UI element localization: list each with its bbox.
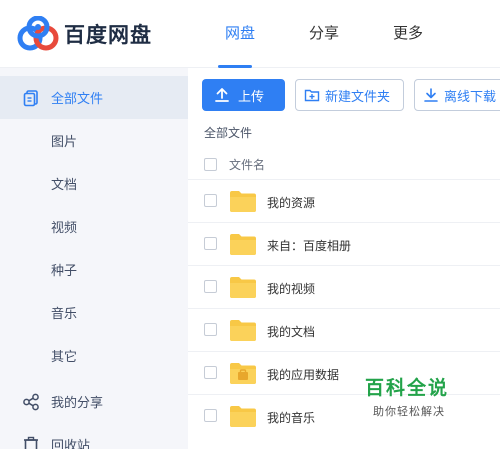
row-checkbox[interactable] [204, 194, 217, 207]
column-header-filename[interactable]: 文件名 [229, 156, 265, 173]
new-folder-button[interactable]: 新建文件夹 [295, 79, 404, 111]
breadcrumb[interactable]: 全部文件 [204, 124, 252, 141]
upload-label: 上传 [238, 89, 265, 105]
file-name: 来自：百度相册 [267, 239, 352, 253]
sidebar-item-videos[interactable]: 视频 [0, 205, 188, 248]
file-list-header: 文件名 [188, 149, 500, 179]
select-all-checkbox[interactable] [204, 157, 217, 171]
row-checkbox[interactable] [204, 323, 217, 336]
file-name: 我的资源 [267, 196, 316, 210]
toolbar: 上传 新建文件夹 离线下载 [202, 79, 500, 111]
file-name: 我的音乐 [267, 411, 316, 425]
watermark-title: 百科全说 [365, 377, 450, 399]
sidebar-item-music[interactable]: 音乐 [0, 291, 188, 334]
app-logo[interactable]: 百度网盘 [16, 16, 152, 52]
upload-icon [215, 88, 229, 102]
sidebar-item-torrents[interactable]: 种子 [0, 248, 188, 291]
new-folder-icon [304, 89, 320, 102]
upload-button[interactable]: 上传 [202, 79, 285, 111]
file-icon [23, 89, 38, 106]
app-name: 百度网盘 [64, 23, 152, 47]
sidebar-item-label: 全部文件 [51, 92, 104, 107]
sidebar-item-label: 种子 [51, 264, 78, 279]
sidebar-item-label: 视频 [51, 221, 78, 236]
file-row[interactable]: 来自：百度相册 [188, 222, 500, 265]
sidebar-item-label: 我的分享 [51, 396, 104, 411]
tab-more[interactable]: 更多 [366, 0, 450, 68]
sidebar-item-label: 图片 [51, 135, 78, 150]
sidebar-item-all-files[interactable]: 全部文件 [0, 76, 188, 119]
sidebar-item-label: 其它 [51, 350, 78, 365]
header: 百度网盘 网盘 分享 更多 [0, 0, 500, 68]
sidebar-item-label: 文档 [51, 178, 78, 193]
app-data-folder-icon [230, 363, 256, 384]
sidebar: 全部文件 图片 文档 视频 种子 音乐 其它 我的分享 回收站 [0, 68, 188, 449]
row-checkbox[interactable] [204, 366, 217, 379]
sidebar-item-label: 回收站 [51, 439, 91, 449]
file-row[interactable]: 我的文档 [188, 308, 500, 351]
offline-download-label: 离线下载 [444, 89, 497, 105]
share-icon [23, 393, 39, 410]
row-checkbox[interactable] [204, 280, 217, 293]
sidebar-item-recycle-bin[interactable]: 回收站 [0, 423, 188, 449]
offline-download-button[interactable]: 离线下载 [414, 79, 500, 111]
row-checkbox[interactable] [204, 237, 217, 250]
top-nav: 网盘 分享 更多 [198, 0, 450, 68]
watermark-subtitle: 助你轻松解决 [373, 405, 445, 418]
folder-icon [230, 191, 256, 212]
tab-netdisk[interactable]: 网盘 [198, 0, 282, 68]
watermark: 百科全说 助你轻松解决 [365, 373, 483, 425]
sidebar-item-my-shares[interactable]: 我的分享 [0, 380, 188, 423]
sidebar-item-documents[interactable]: 文档 [0, 162, 188, 205]
folder-icon [230, 277, 256, 298]
folder-icon [230, 406, 256, 427]
file-name: 我的应用数据 [267, 368, 340, 382]
file-row[interactable]: 我的视频 [188, 265, 500, 308]
baidu-netdisk-logo-icon [17, 16, 59, 51]
sidebar-item-other[interactable]: 其它 [0, 334, 188, 377]
file-row[interactable]: 我的资源 [188, 179, 500, 222]
download-icon [424, 88, 438, 102]
folder-icon [230, 234, 256, 255]
sidebar-item-label: 音乐 [51, 307, 78, 322]
file-name: 我的视频 [267, 282, 316, 296]
row-checkbox[interactable] [204, 409, 217, 422]
sidebar-item-images[interactable]: 图片 [0, 119, 188, 162]
tab-share[interactable]: 分享 [282, 0, 366, 68]
folder-icon [230, 320, 256, 341]
file-name: 我的文档 [267, 325, 316, 339]
new-folder-label: 新建文件夹 [325, 89, 391, 105]
recycle-bin-icon [24, 436, 38, 449]
